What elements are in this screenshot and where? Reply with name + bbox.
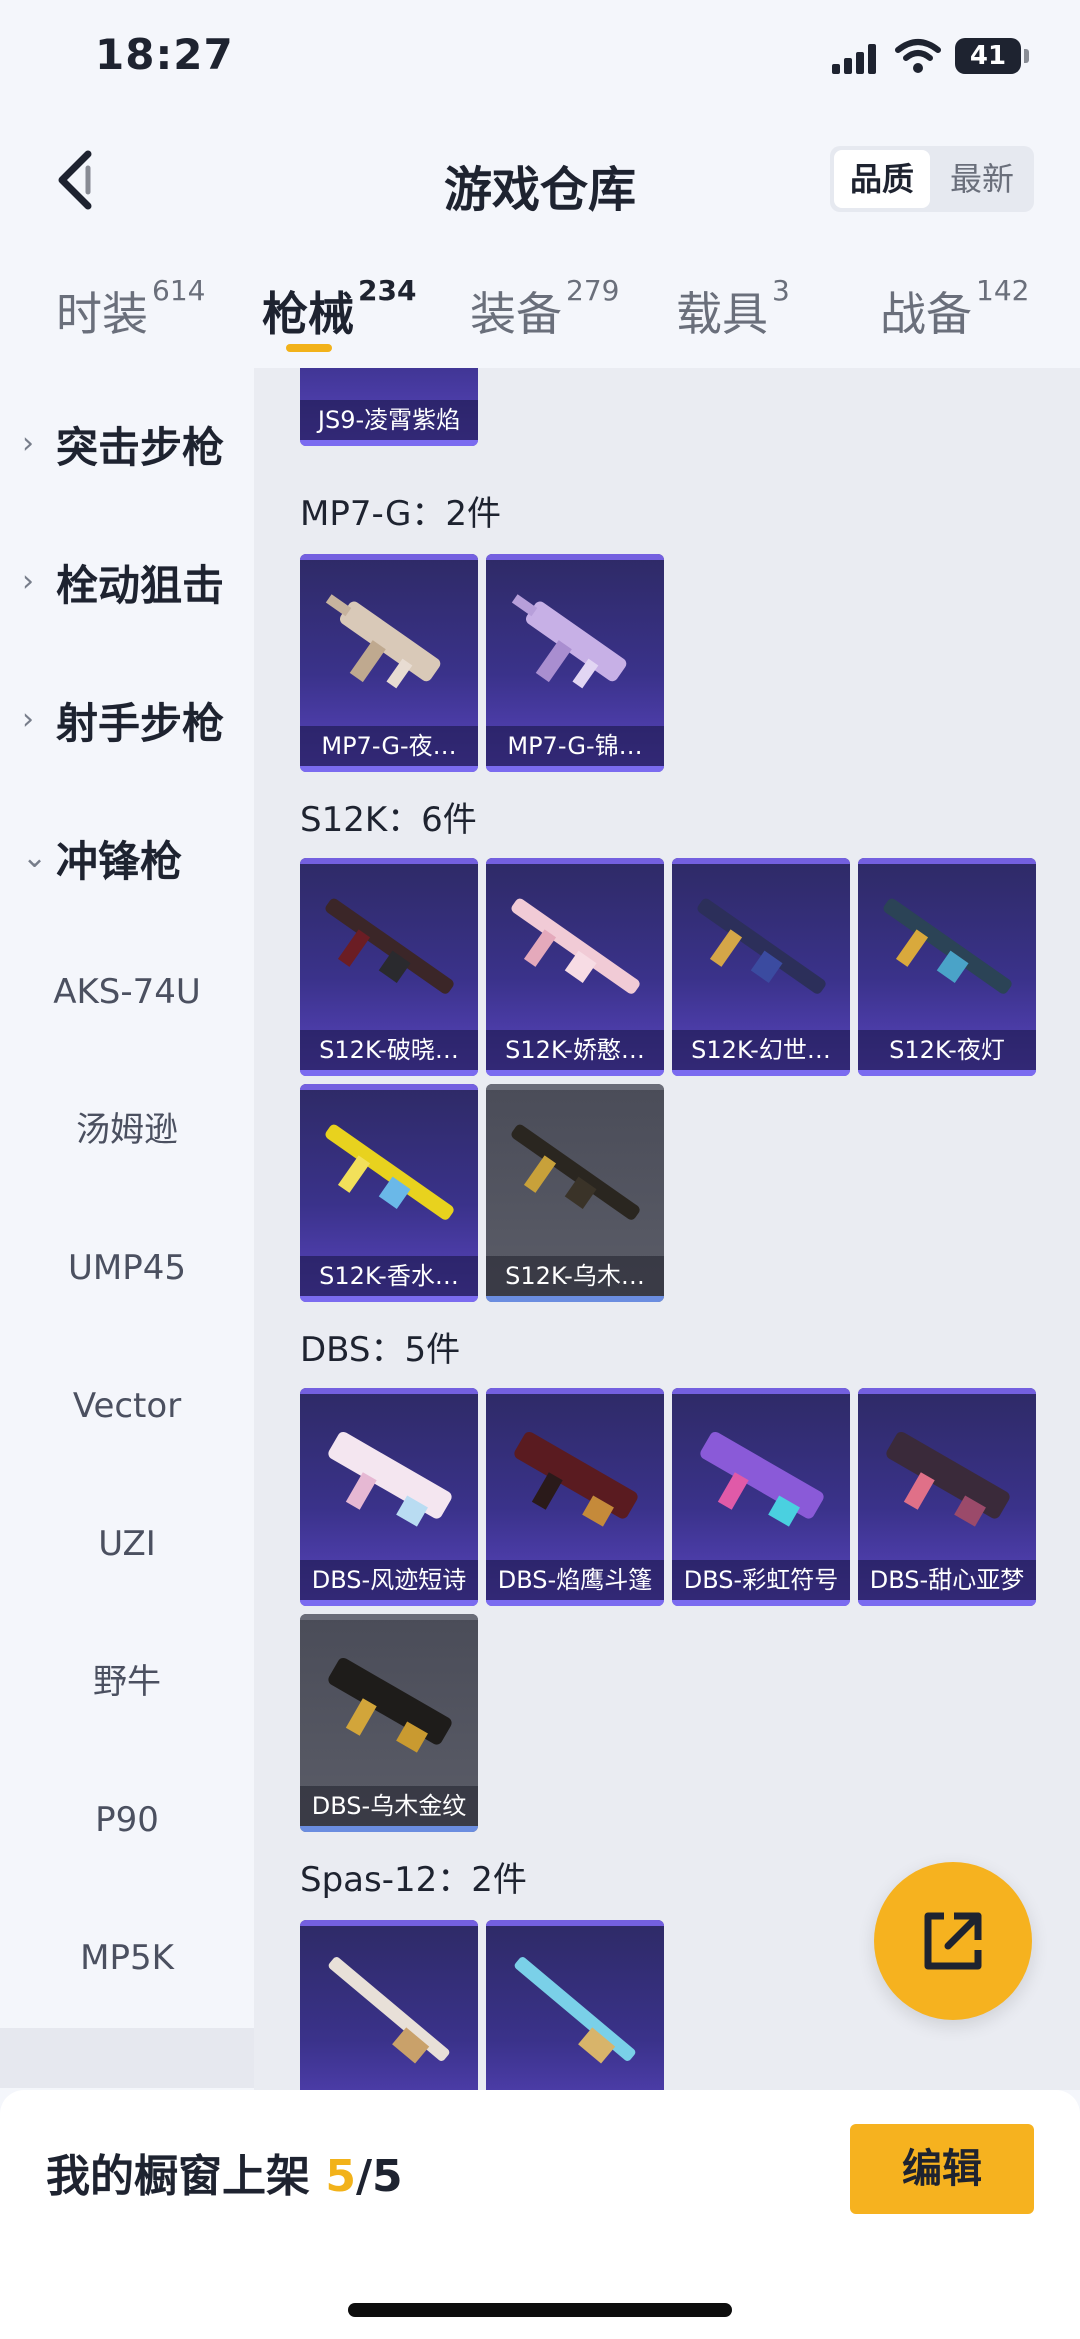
sidebar-sub-ump45[interactable]: UMP45 <box>0 1228 254 1308</box>
sort-newest-button[interactable]: 最新 <box>934 150 1030 208</box>
skin-card-name: MP7-G-锦… <box>486 726 664 766</box>
active-tab-indicator <box>286 344 332 352</box>
edit-button[interactable]: 编辑 <box>850 2124 1034 2214</box>
skin-card-name: S12K-香水… <box>300 1256 478 1296</box>
tab-bar: 时装 614 枪械 234 装备 279 载具 3 战备 142 <box>0 240 1080 368</box>
sidebar-sub-uzi[interactable]: UZI <box>0 1504 254 1584</box>
skin-card[interactable]: DBS-焰鹰斗篷 <box>486 1388 664 1606</box>
section-title-s12k: S12K：6件 <box>300 800 477 840</box>
shotgun-image <box>514 1957 636 2064</box>
shotgun-image <box>325 1124 454 1220</box>
skin-card[interactable]: MP7-G-锦… <box>486 554 664 772</box>
sidebar-sub-mp5k[interactable]: MP5K <box>0 1918 254 1998</box>
sidebar: › 突击步枪 › 栓动狙击 › 射手步枪 ⌄ 冲锋枪 AKS-74U 汤姆逊 U… <box>0 368 254 2028</box>
skin-card[interactable]: DBS-彩虹符号 <box>672 1388 850 1606</box>
skin-card[interactable]: S12K-乌木… <box>486 1084 664 1302</box>
section-title-spas: Spas-12：2件 <box>300 1860 527 1900</box>
chevron-right-icon: › <box>22 702 34 737</box>
chevron-right-icon: › <box>22 426 34 461</box>
battery-icon: 41 <box>955 38 1029 74</box>
sort-toggle: 品质 最新 <box>830 146 1034 212</box>
sidebar-cat-assault-rifle[interactable]: › 突击步枪 <box>0 390 254 490</box>
sidebar-sub-p90[interactable]: P90 <box>0 1780 254 1860</box>
sidebar-sub-thompson[interactable]: 汤姆逊 <box>0 1090 254 1170</box>
skin-card[interactable]: MP7-G-夜… <box>300 554 478 772</box>
skin-card[interactable] <box>486 1920 664 2090</box>
section-title-dbs: DBS：5件 <box>300 1330 461 1370</box>
shotgun-image <box>328 1957 450 2064</box>
showcase-label: 我的橱窗上架 <box>46 2151 310 2202</box>
wifi-icon <box>894 36 942 76</box>
skin-card-name: DBS-焰鹰斗篷 <box>486 1560 664 1600</box>
shotgun-image <box>511 898 640 994</box>
skin-card-name: S12K-乌木… <box>486 1256 664 1296</box>
showcase-bar: 我的橱窗上架 5/5 编辑 <box>0 2090 1080 2339</box>
showcase-current-count: 5 <box>325 2151 356 2202</box>
shotgun-image <box>886 1431 1010 1527</box>
shotgun-image <box>328 1657 452 1753</box>
showcase-status: 我的橱窗上架 5/5 <box>46 2140 403 2204</box>
skin-card-name: S12K-幻世… <box>672 1030 850 1070</box>
skin-card-name: DBS-风迹短诗 <box>300 1560 478 1600</box>
skin-card-name: S12K-娇憨… <box>486 1030 664 1070</box>
tab-equipment[interactable]: 装备 279 <box>470 274 619 344</box>
sidebar-cat-smg[interactable]: ⌄ 冲锋枪 <box>0 804 254 904</box>
chevron-right-icon: › <box>22 564 34 599</box>
status-time: 18:27 <box>95 30 234 79</box>
skin-card-name: S12K-破晓… <box>300 1030 478 1070</box>
skin-card[interactable]: S12K-夜灯 <box>858 858 1036 1076</box>
home-indicator[interactable] <box>348 2303 732 2317</box>
showcase-total-count: /5 <box>355 2151 403 2202</box>
sort-quality-button[interactable]: 品质 <box>834 150 930 208</box>
skin-card-name: MP7-G-夜… <box>300 726 478 766</box>
chevron-down-icon: ⌄ <box>22 840 48 875</box>
skin-card[interactable]: JS9-凌霄紫焰 <box>300 368 478 446</box>
shotgun-image <box>697 898 826 994</box>
skin-card-name: DBS-乌木金纹 <box>300 1786 478 1826</box>
skin-card[interactable]: S12K-破晓… <box>300 858 478 1076</box>
section-title-mp7: MP7-G：2件 <box>300 494 501 534</box>
skin-card[interactable]: S12K-娇憨… <box>486 858 664 1076</box>
skin-card-name: DBS-彩虹符号 <box>672 1560 850 1600</box>
skin-card[interactable]: DBS-甜心亚梦 <box>858 1388 1036 1606</box>
shotgun-image <box>514 1431 638 1527</box>
sidebar-sub-bizon[interactable]: 野牛 <box>0 1642 254 1722</box>
sidebar-sub-vector[interactable]: Vector <box>0 1366 254 1446</box>
tab-firearms[interactable]: 枪械 234 <box>262 274 416 344</box>
skin-card[interactable] <box>300 1920 478 2090</box>
signal-icon <box>832 42 878 74</box>
tab-vehicles[interactable]: 载具 3 <box>676 274 790 344</box>
shotgun-image <box>511 1124 640 1220</box>
shotgun-image <box>325 898 454 994</box>
sidebar-cat-marksman[interactable]: › 射手步枪 <box>0 666 254 766</box>
skin-card[interactable]: DBS-乌木金纹 <box>300 1614 478 1832</box>
skin-card[interactable]: S12K-幻世… <box>672 858 850 1076</box>
skin-card[interactable]: DBS-风迹短诗 <box>300 1388 478 1606</box>
shotgun-image <box>700 1431 824 1527</box>
skin-card-name: JS9-凌霄紫焰 <box>300 400 478 440</box>
sidebar-cat-label: 射手步枪 <box>56 699 225 748</box>
skin-card-name: DBS-甜心亚梦 <box>858 1560 1036 1600</box>
smg-image <box>325 594 441 689</box>
tab-fashion[interactable]: 时装 614 <box>56 274 205 344</box>
sidebar-cat-label: 栓动狙击 <box>56 561 225 610</box>
tab-supplies[interactable]: 战备 142 <box>880 274 1029 344</box>
sidebar-cat-bolt-sniper[interactable]: › 栓动狙击 <box>0 528 254 628</box>
status-bar: 18:27 41 <box>0 0 1080 120</box>
skin-card[interactable]: S12K-香水… <box>300 1084 478 1302</box>
share-button[interactable] <box>874 1862 1032 2020</box>
sidebar-item-js9[interactable] <box>0 2028 254 2088</box>
sidebar-cat-label: 突击步枪 <box>56 423 225 472</box>
weapon-grid: JS9-凌霄紫焰 MP7-G：2件 MP7-G-夜… MP7-G-锦… S12K… <box>254 368 1080 2090</box>
shotgun-image <box>883 898 1012 994</box>
skin-card-name: S12K-夜灯 <box>858 1030 1036 1070</box>
sidebar-cat-label: 冲锋枪 <box>56 837 183 886</box>
header: 游戏仓库 品质 最新 <box>0 120 1080 240</box>
sidebar-sub-aks74u[interactable]: AKS-74U <box>0 952 254 1032</box>
smg-image <box>511 594 627 689</box>
shotgun-image <box>328 1431 452 1527</box>
share-icon <box>924 1912 982 1970</box>
